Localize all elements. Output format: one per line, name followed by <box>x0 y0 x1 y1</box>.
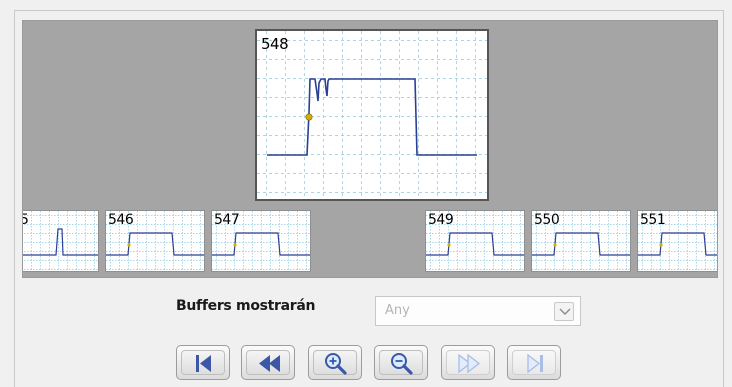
next-buffer-button[interactable] <box>441 345 495 380</box>
buffer-thumbnail[interactable]: 546 <box>105 210 205 272</box>
buffer-number: 549 <box>428 212 454 228</box>
waveform-preview <box>23 211 98 271</box>
buffer-thumbnail[interactable]: 5 <box>23 210 99 272</box>
buffers-select[interactable]: Any <box>375 296 581 326</box>
skip-to-first-icon <box>196 355 211 372</box>
zoom-in-button[interactable] <box>308 345 362 380</box>
previous-buffer-button[interactable] <box>241 345 295 380</box>
buffer-filmstrip[interactable]: 5 546 547 548 549 <box>22 20 718 278</box>
buffer-number: 546 <box>108 212 134 228</box>
buffer-thumbnail[interactable]: 550 <box>531 210 631 272</box>
rewind-icon <box>259 355 280 372</box>
dropdown-button[interactable] <box>554 302 574 321</box>
waveform-preview <box>257 31 487 199</box>
buffer-number: 547 <box>214 212 240 228</box>
buffers-label: Buffers mostrarán <box>176 298 316 314</box>
zoom-out-button[interactable] <box>374 345 428 380</box>
skip-to-last-icon <box>527 353 543 374</box>
buffer-thumbnail[interactable]: 549 <box>425 210 525 272</box>
chevron-down-icon <box>559 308 571 315</box>
buffer-thumbnail[interactable]: 551 <box>637 210 717 272</box>
buffer-number: 548 <box>261 35 289 53</box>
zoom-in-icon <box>325 353 347 375</box>
zoom-out-icon <box>391 353 413 375</box>
buffers-select-value: Any <box>385 303 410 318</box>
last-buffer-button[interactable] <box>507 345 561 380</box>
fast-forward-icon <box>458 353 481 374</box>
buffer-number: 5 <box>23 212 29 228</box>
buffer-thumbnail[interactable]: 547 <box>211 210 311 272</box>
first-buffer-button[interactable] <box>176 345 230 380</box>
buffer-number: 550 <box>534 212 560 228</box>
selected-buffer-thumbnail[interactable]: 548 <box>255 29 489 201</box>
buffer-number: 551 <box>640 212 666 228</box>
